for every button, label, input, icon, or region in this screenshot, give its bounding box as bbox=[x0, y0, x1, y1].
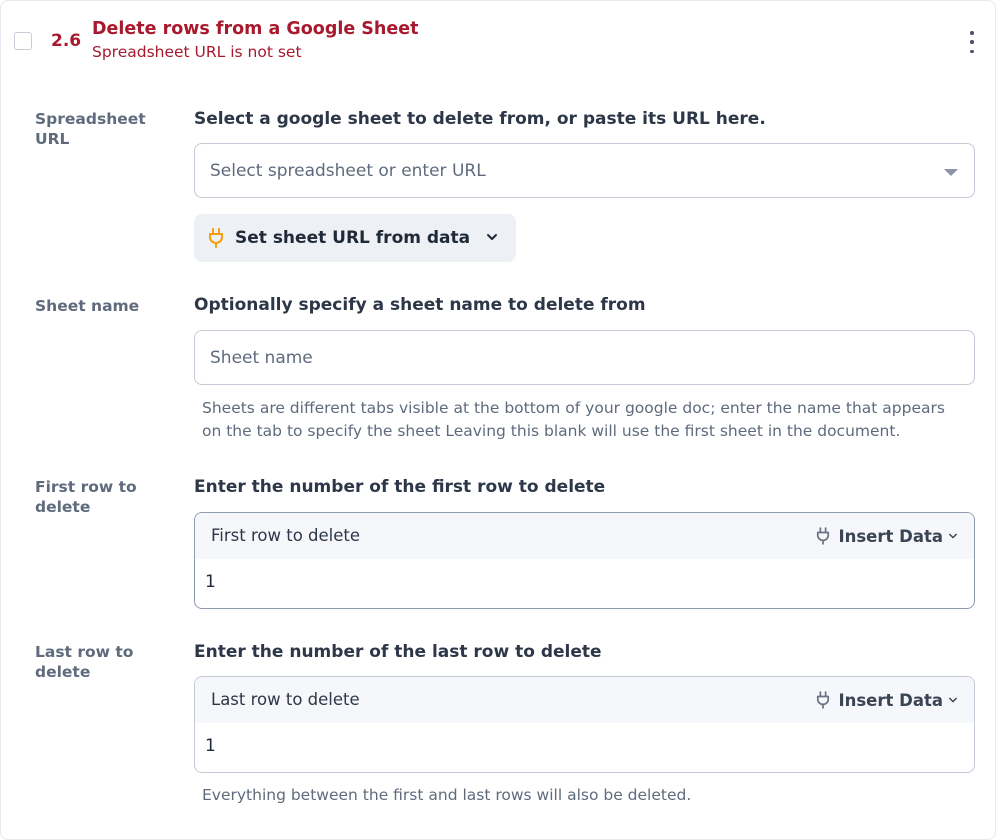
insert-data-button[interactable]: Insert Data bbox=[816, 524, 958, 548]
insert-data-label: Insert Data bbox=[838, 526, 943, 546]
sheet-name-label: Sheet name bbox=[35, 297, 140, 315]
insert-data-button[interactable]: Insert Data bbox=[816, 688, 958, 712]
last-row-field-header: Last row to delete Insert Data bbox=[195, 677, 974, 723]
plug-icon bbox=[817, 527, 830, 545]
plug-icon bbox=[817, 691, 830, 709]
spreadsheet-select-placeholder: Select spreadsheet or enter URL bbox=[210, 161, 486, 181]
first-row-field-label: First row to delete bbox=[211, 526, 361, 545]
spreadsheet-select[interactable]: Select spreadsheet or enter URL bbox=[194, 143, 975, 198]
chevron-down-icon bbox=[949, 697, 957, 703]
last-row-help: Everything between the first and last ro… bbox=[202, 786, 692, 804]
dropdown-caret-icon bbox=[944, 169, 958, 176]
step-title[interactable]: Delete rows from a Google Sheet bbox=[92, 19, 418, 39]
sheet-name-placeholder: Sheet name bbox=[210, 348, 313, 368]
last-row-value[interactable]: 1 bbox=[205, 736, 216, 756]
more-options-icon[interactable] bbox=[963, 29, 981, 55]
sheet-name-input[interactable]: Sheet name bbox=[194, 330, 975, 385]
first-row-description: Enter the number of the first row to del… bbox=[194, 477, 606, 497]
chevron-down-icon bbox=[487, 234, 497, 240]
last-row-label: Last row to delete bbox=[35, 643, 134, 681]
step-status: Spreadsheet URL is not set bbox=[92, 43, 302, 61]
first-row-field-header: First row to delete Insert Data bbox=[195, 513, 974, 559]
last-row-field[interactable]: Last row to delete Insert Data 1 bbox=[194, 676, 975, 773]
first-row-field[interactable]: First row to delete Insert Data 1 bbox=[194, 512, 975, 609]
sheet-name-help: Sheets are different tabs visible at the… bbox=[202, 397, 945, 443]
plug-icon bbox=[209, 228, 223, 248]
set-sheet-url-label: Set sheet URL from data bbox=[235, 228, 471, 248]
first-row-value[interactable]: 1 bbox=[205, 572, 216, 592]
chevron-down-icon bbox=[949, 533, 957, 539]
step-card: 2.6 Delete rows from a Google Sheet Spre… bbox=[0, 0, 996, 840]
last-row-field-label: Last row to delete bbox=[211, 690, 360, 709]
step-checkbox[interactable] bbox=[14, 32, 32, 50]
first-row-label: First row to delete bbox=[35, 478, 137, 516]
step-number: 2.6 bbox=[51, 31, 82, 51]
set-sheet-url-from-data-button[interactable]: Set sheet URL from data bbox=[194, 214, 516, 262]
sheet-name-help-line: Sheets are different tabs visible at the… bbox=[202, 399, 945, 417]
sheet-name-help-line: on the tab to specify the sheet Leaving … bbox=[202, 422, 901, 440]
spreadsheet-url-label: Spreadsheet URL bbox=[35, 110, 146, 148]
last-row-description: Enter the number of the last row to dele… bbox=[194, 642, 602, 662]
insert-data-label: Insert Data bbox=[838, 690, 943, 710]
spreadsheet-url-description: Select a google sheet to delete from, or… bbox=[194, 109, 766, 129]
sheet-name-description: Optionally specify a sheet name to delet… bbox=[194, 295, 646, 315]
